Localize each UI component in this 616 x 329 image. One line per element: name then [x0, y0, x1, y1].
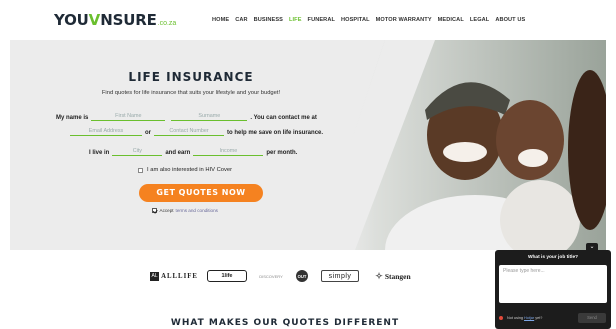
email-input[interactable]: Email Address	[70, 128, 142, 136]
label-help-save: to help me save on life insurance.	[227, 130, 324, 136]
hiv-cover-label: I am also interested in HIV Cover	[147, 167, 233, 173]
nav-motor-warranty[interactable]: MOTOR WARRANTY	[376, 17, 432, 23]
widget-footer: Not using Hotjar yet?	[499, 316, 542, 320]
nav-home[interactable]: HOME	[212, 17, 229, 23]
alllife-text: ALLLIFE	[161, 272, 198, 280]
site-logo[interactable]: YOU V NSURE .co.za	[54, 11, 176, 29]
contact-number-input[interactable]: Contact Number	[154, 128, 224, 136]
quote-form: LIFE INSURANCE Find quotes for life insu…	[10, 40, 390, 250]
city-input[interactable]: City	[112, 148, 163, 156]
widget-send-button[interactable]: Send	[578, 313, 606, 323]
out-logo: OUT	[296, 270, 308, 282]
page-subtitle: Find quotes for life insurance that suit…	[101, 90, 281, 96]
simply-logo: simply	[321, 270, 359, 282]
feedback-widget: What is your job title? Not using Hotjar…	[495, 250, 611, 329]
accept-terms-option[interactable]: Accept terms and conditions	[152, 208, 218, 213]
stangen-text: Stangen	[384, 271, 411, 281]
nav-hospital[interactable]: HOSPITAL	[341, 17, 370, 23]
job-title-textarea[interactable]	[499, 265, 607, 303]
surname-input[interactable]: Surname	[171, 113, 248, 121]
label-and-earn: and earn	[165, 150, 191, 156]
discovery-logo: DISCOVERY	[259, 273, 283, 279]
site-header: YOU V NSURE .co.za HOME CAR BUSINESS LIF…	[0, 0, 616, 40]
checkbox-icon[interactable]	[138, 167, 143, 173]
label-per-month: per month.	[266, 150, 298, 156]
nav-business[interactable]: BUSINESS	[254, 17, 283, 23]
page-title: LIFE INSURANCE	[128, 70, 254, 84]
main-nav: HOME CAR BUSINESS LIFE FUNERAL HOSPITAL …	[212, 17, 531, 23]
alllife-logo: AL ALLLIFE	[149, 270, 199, 282]
income-input[interactable]: Income	[193, 148, 264, 156]
get-quotes-button[interactable]: GET QUOTES NOW	[139, 184, 263, 202]
checkmark-icon[interactable]	[152, 208, 157, 213]
label-or: or	[145, 130, 151, 136]
nav-car[interactable]: CAR	[235, 17, 247, 23]
star-icon: ✧	[375, 270, 383, 281]
logo-tld: .co.za	[157, 20, 177, 27]
nav-about-us[interactable]: ABOUT US	[495, 17, 525, 23]
alllife-box: AL	[150, 271, 160, 281]
footer-suffix: yet?	[535, 316, 543, 320]
stangen-logo: ✧ Stangen	[368, 270, 418, 282]
logo-you: YOU	[54, 11, 89, 29]
section-heading: WHAT MAKES OUR QUOTES DIFFERENT	[170, 318, 400, 328]
label-i-live-in: I live in	[89, 150, 110, 156]
logo-v-mark: V	[88, 11, 101, 29]
form-row-name: My name is First Name Surname . You can …	[56, 113, 317, 121]
onelife-logo: 1life	[207, 270, 247, 282]
label-contact-me: . You can contact me at	[250, 115, 317, 121]
logo-nsure: NSURE	[100, 11, 157, 29]
hiv-cover-option[interactable]: I am also interested in HIV Cover	[138, 167, 232, 173]
nav-funeral[interactable]: FUNERAL	[308, 17, 335, 23]
hotjar-link[interactable]: Hotjar	[524, 316, 534, 320]
first-name-input[interactable]: First Name	[91, 113, 166, 121]
widget-question: What is your job title?	[527, 255, 579, 260]
accept-label: Accept	[159, 208, 174, 213]
hero-section: LIFE INSURANCE Find quotes for life insu…	[10, 40, 606, 250]
nav-legal[interactable]: LEGAL	[470, 17, 489, 23]
form-row-location: I live in City and earn Income per month…	[89, 148, 297, 156]
nav-life[interactable]: LIFE	[289, 17, 302, 23]
footer-prefix: Not using	[507, 316, 524, 320]
terms-link[interactable]: terms and conditions	[176, 208, 218, 213]
nav-medical[interactable]: MEDICAL	[438, 17, 464, 23]
hotjar-dot-icon	[499, 316, 503, 320]
form-row-contact: Email Address or Contact Number to help …	[67, 128, 323, 136]
label-my-name-is: My name is	[56, 115, 89, 121]
